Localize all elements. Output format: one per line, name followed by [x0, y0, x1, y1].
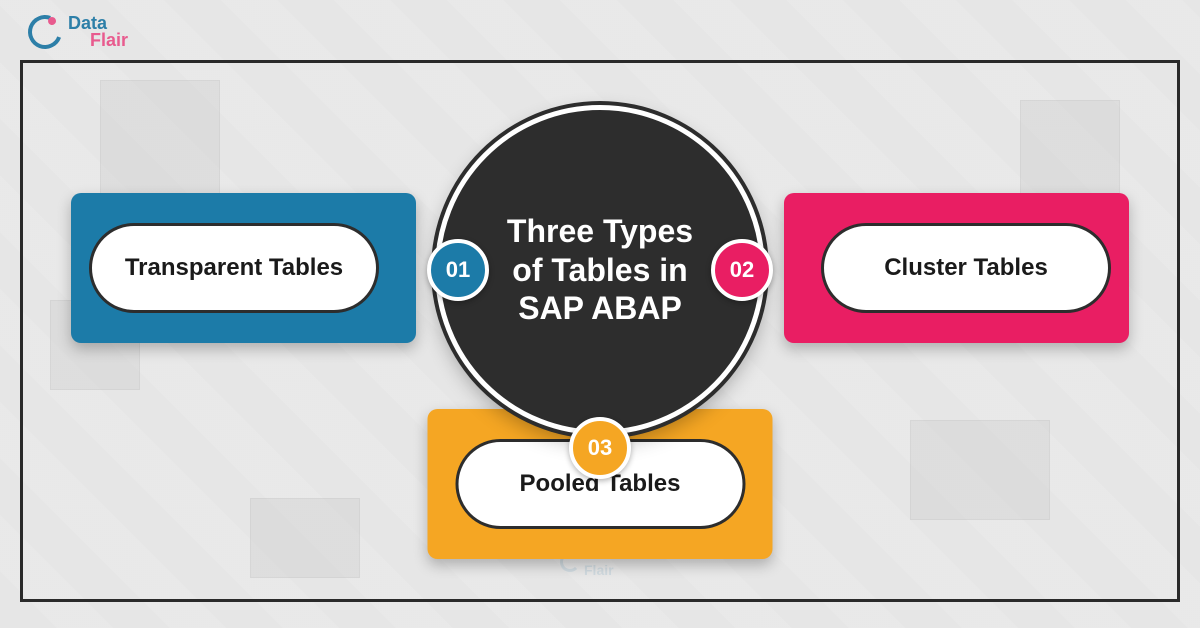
card-cluster-tables: Cluster Tables [784, 193, 1129, 343]
pill-label: Transparent Tables [89, 223, 379, 313]
title-line: SAP ABAP [518, 290, 682, 326]
title-line: of Tables in [512, 252, 687, 288]
pill-label: Cluster Tables [821, 223, 1111, 313]
card-transparent-tables: Transparent Tables [71, 193, 416, 343]
title-line: Three Types [507, 213, 693, 249]
badge-02: 02 [711, 239, 773, 301]
badge-03: 03 [569, 417, 631, 479]
outer-frame: Three Types of Tables in SAP ABAP Transp… [20, 60, 1180, 602]
logo: Data Flair [28, 14, 128, 49]
logo-text: Data Flair [68, 14, 128, 49]
badge-01: 01 [427, 239, 489, 301]
logo-line2: Flair [68, 31, 128, 49]
diagram-title: Three Types of Tables in SAP ABAP [477, 212, 723, 327]
logo-icon [22, 9, 67, 54]
